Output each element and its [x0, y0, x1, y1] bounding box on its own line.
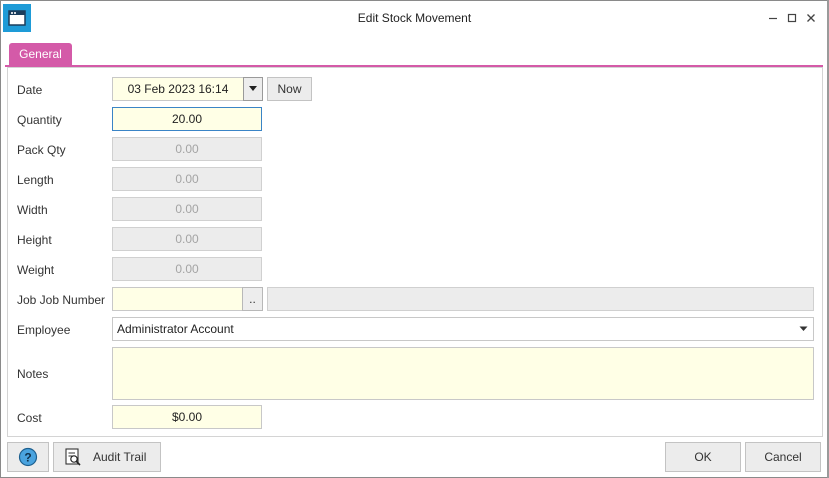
svg-text:?: ?: [24, 451, 31, 465]
pack-qty-field: 0.00: [112, 137, 262, 161]
help-icon: ?: [18, 447, 38, 467]
audit-trail-label: Audit Trail: [93, 450, 147, 464]
quantity-label: Quantity: [17, 113, 62, 127]
ok-button[interactable]: OK: [665, 442, 741, 472]
length-field: 0.00: [112, 167, 262, 191]
close-icon[interactable]: [804, 11, 818, 25]
tab-general[interactable]: General: [9, 43, 72, 65]
title-bar: Edit Stock Movement: [1, 1, 828, 35]
dialog-window: Edit Stock Movement General Date 03 Feb …: [0, 0, 829, 478]
job-description-field: [267, 287, 814, 311]
length-label: Length: [17, 173, 54, 187]
window-title: Edit Stock Movement: [357, 11, 472, 25]
job-number-field[interactable]: [112, 287, 243, 311]
cancel-button[interactable]: Cancel: [745, 442, 821, 472]
width-field: 0.00: [112, 197, 262, 221]
notes-field[interactable]: [112, 347, 814, 400]
now-button[interactable]: Now: [267, 77, 312, 101]
employee-select[interactable]: Administrator Account: [112, 317, 814, 341]
dialog-footer: ? Audit Trail OK Cancel: [1, 437, 828, 477]
maximize-icon[interactable]: [785, 11, 799, 25]
height-label: Height: [17, 233, 52, 247]
quantity-field[interactable]: 20.00: [112, 107, 262, 131]
notes-label: Notes: [17, 367, 49, 381]
weight-label: Weight: [17, 263, 55, 277]
weight-field: 0.00: [112, 257, 262, 281]
height-field: 0.00: [112, 227, 262, 251]
chevron-down-icon: [249, 86, 257, 91]
date-dropdown-button[interactable]: [243, 77, 263, 101]
general-panel: Date 03 Feb 2023 16:14 Now Quantity 20.0…: [7, 67, 823, 437]
width-label: Width: [17, 203, 48, 217]
help-button[interactable]: ?: [7, 442, 49, 472]
employee-label: Employee: [17, 323, 71, 337]
date-label: Date: [17, 83, 43, 97]
cost-label: Cost: [17, 411, 42, 425]
cost-field[interactable]: $0.00: [112, 405, 262, 429]
audit-trail-button[interactable]: Audit Trail: [53, 442, 161, 472]
employee-chevron-down-icon[interactable]: [797, 324, 809, 334]
date-field[interactable]: 03 Feb 2023 16:14: [112, 77, 244, 101]
job-lookup-button[interactable]: ..: [242, 287, 263, 311]
job-number-label: Job Job Number: [17, 293, 106, 307]
tab-strip: General: [5, 35, 823, 67]
pack-qty-label: Pack Qty: [17, 143, 66, 157]
minimize-icon[interactable]: [766, 11, 780, 25]
audit-trail-icon: [63, 447, 83, 467]
